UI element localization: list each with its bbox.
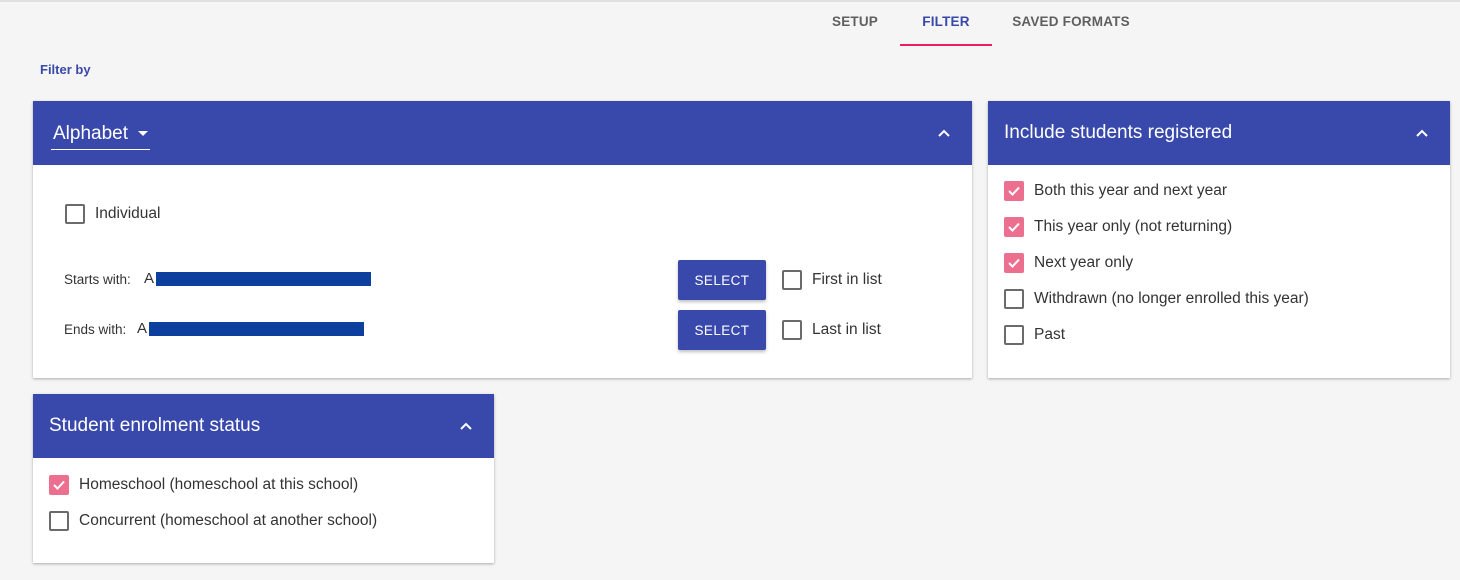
individual-option[interactable]: Individual [65, 204, 161, 224]
enrolment-filter-card: Student enrolment status Homeschool (hom… [33, 394, 494, 563]
enrolment-card-title: Student enrolment status [49, 415, 261, 436]
ends-with-value: A [137, 320, 365, 337]
registered-filter-card: Include students registered Both this ye… [988, 101, 1450, 378]
checkbox[interactable] [1004, 325, 1024, 345]
option-label: Both this year and next year [1034, 182, 1228, 199]
last-in-list-label: Last in list [812, 321, 881, 338]
checkbox[interactable] [1004, 253, 1024, 273]
redaction-bar [156, 271, 372, 286]
option-label: Next year only [1034, 254, 1134, 271]
redaction-bar [149, 321, 365, 336]
enrolment-option[interactable]: Homeschool (homeschool at this school) [49, 467, 494, 503]
enrolment-options-list: Homeschool (homeschool at this school) C… [33, 458, 494, 539]
chevron-up-icon[interactable] [1414, 125, 1430, 141]
tab-filter[interactable]: FILTER [900, 2, 992, 46]
registered-option[interactable]: Next year only [1004, 245, 1450, 281]
registered-card-title: Include students registered [1004, 122, 1233, 143]
checkbox[interactable] [49, 475, 69, 495]
first-in-list-option[interactable]: First in list [782, 270, 882, 290]
ends-with-label: Ends with: [64, 322, 127, 337]
registered-option[interactable]: Withdrawn (no longer enrolled this year) [1004, 281, 1450, 317]
tab-setup[interactable]: SETUP [810, 2, 900, 46]
option-label: Concurrent (homeschool at another school… [79, 512, 378, 529]
checkbox[interactable] [1004, 181, 1024, 201]
first-in-list-checkbox[interactable] [782, 270, 802, 290]
individual-label: Individual [95, 205, 161, 222]
dropdown-caret-icon [138, 131, 149, 136]
select-start-button[interactable]: SELECT [678, 260, 766, 300]
starts-with-value: A [144, 270, 372, 287]
starts-with-label: Starts with: [64, 272, 131, 287]
tab-saved-formats[interactable]: SAVED FORMATS [992, 2, 1150, 46]
last-in-list-checkbox[interactable] [782, 320, 802, 340]
individual-checkbox[interactable] [65, 204, 85, 224]
registered-option[interactable]: Both this year and next year [1004, 173, 1450, 209]
checkbox[interactable] [1004, 289, 1024, 309]
first-in-list-label: First in list [812, 271, 882, 288]
registered-option[interactable]: Past [1004, 317, 1450, 353]
option-label: Homeschool (homeschool at this school) [79, 476, 359, 493]
enrolment-option[interactable]: Concurrent (homeschool at another school… [49, 503, 494, 539]
chevron-up-icon[interactable] [458, 418, 474, 434]
alphabet-filter-card: Alphabet Individual Starts with: A SELEC… [33, 101, 972, 378]
alphabet-dropdown-value: Alphabet [53, 122, 129, 144]
option-label: This year only (not returning) [1034, 218, 1233, 235]
enrolment-card-header: Student enrolment status [33, 394, 494, 458]
checkbox[interactable] [1004, 217, 1024, 237]
alphabet-card-header: Alphabet [33, 101, 972, 165]
registered-option[interactable]: This year only (not returning) [1004, 209, 1450, 245]
option-label: Withdrawn (no longer enrolled this year) [1034, 290, 1309, 307]
registered-card-header: Include students registered [988, 101, 1450, 165]
select-end-button[interactable]: SELECT [678, 310, 766, 350]
option-label: Past [1034, 326, 1066, 343]
alphabet-dropdown[interactable]: Alphabet [51, 122, 151, 150]
last-in-list-option[interactable]: Last in list [782, 320, 881, 340]
registered-options-list: Both this year and next year This year o… [988, 165, 1450, 353]
tab-bar: SETUP FILTER SAVED FORMATS [810, 2, 1150, 46]
checkbox[interactable] [49, 511, 69, 531]
filter-by-heading: Filter by [40, 62, 91, 77]
starts-with-text: A [144, 270, 155, 287]
ends-with-text: A [137, 320, 148, 337]
chevron-up-icon[interactable] [936, 125, 952, 141]
